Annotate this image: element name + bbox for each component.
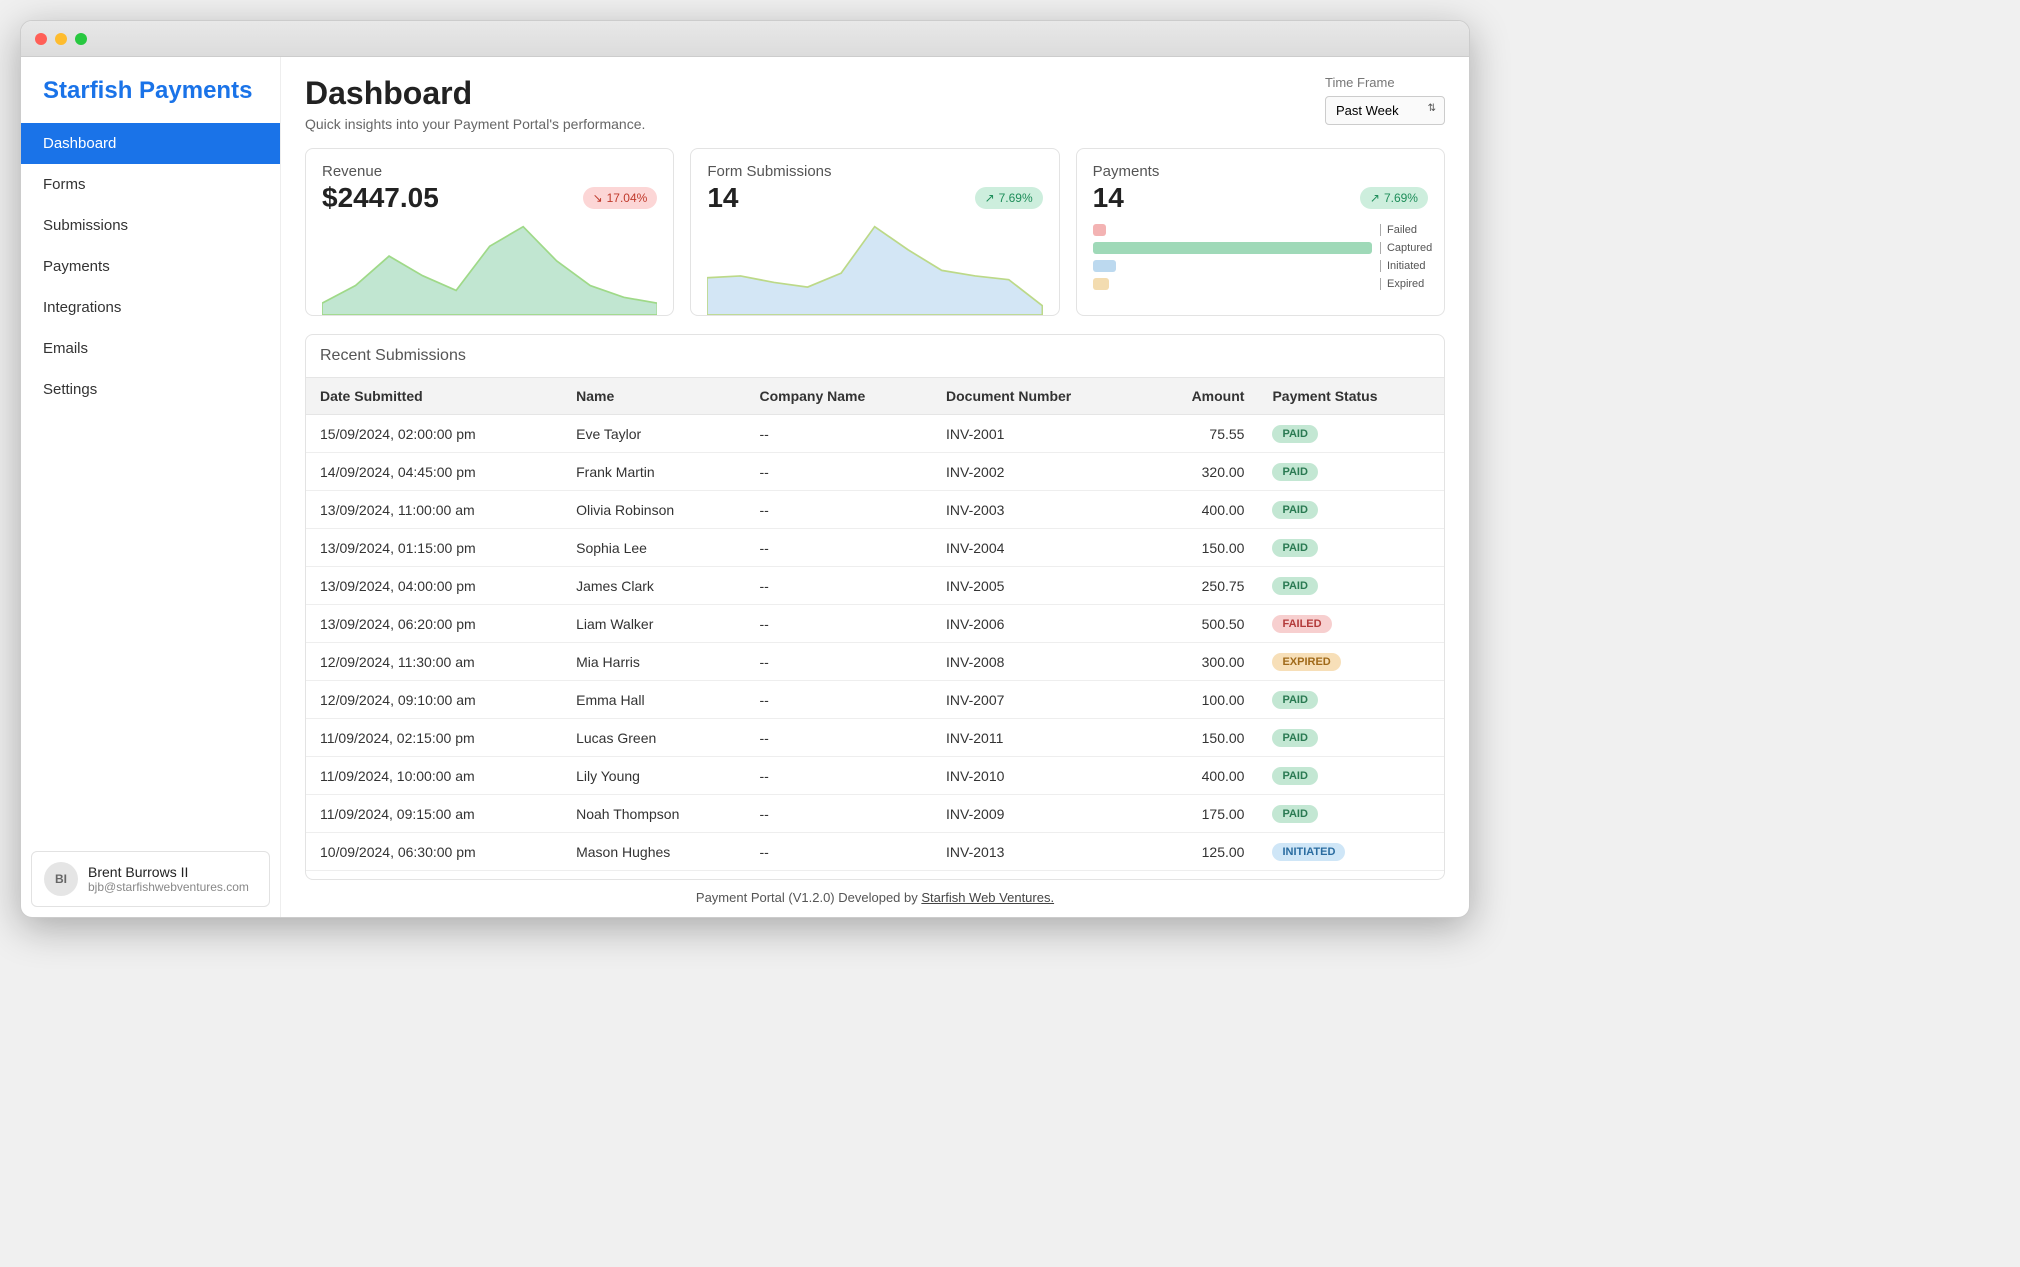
revenue-sparkline [322,222,657,315]
status-badge: PAID [1272,539,1317,557]
table-row[interactable]: 10/09/2024, 04:00:00 pmCharlotte Adams--… [306,871,1444,881]
footer-link[interactable]: Starfish Web Ventures. [921,890,1054,905]
status-badge: PAID [1272,425,1317,443]
footer: Payment Portal (V1.2.0) Developed by Sta… [305,880,1445,909]
status-badge: PAID [1272,463,1317,481]
sidebar: Starfish Payments DashboardFormsSubmissi… [21,57,281,917]
legend-bar [1093,242,1372,254]
legend-row: Initiated [1093,260,1428,272]
panel-title: Recent Submissions [306,335,1444,377]
sidebar-item-submissions[interactable]: Submissions [21,205,280,246]
table-row[interactable]: 13/09/2024, 04:00:00 pmJames Clark--INV-… [306,567,1444,605]
avatar: BI [44,862,78,896]
legend-row: Failed [1093,224,1428,236]
status-badge: PAID [1272,729,1317,747]
card-title: Form Submissions [707,163,1042,180]
card-value: $2447.05 [322,182,439,214]
table-row[interactable]: 13/09/2024, 11:00:00 amOlivia Robinson--… [306,491,1444,529]
table-row[interactable]: 10/09/2024, 06:30:00 pmMason Hughes--INV… [306,833,1444,871]
payments-legend: Failed Captured Initiated Expired [1093,224,1428,302]
titlebar [21,21,1469,57]
status-badge: PAID [1272,501,1317,519]
maximize-icon[interactable] [75,33,87,45]
window-controls [35,33,87,45]
column-header: Name [562,378,745,415]
legend-bar [1093,278,1110,290]
sidebar-item-integrations[interactable]: Integrations [21,287,280,328]
timeframe-label: Time Frame [1325,75,1445,90]
table-row[interactable]: 12/09/2024, 09:10:00 amEmma Hall--INV-20… [306,681,1444,719]
timeframe-select[interactable]: Past Week [1325,96,1445,125]
user-card[interactable]: BI Brent Burrows II bjb@starfishwebventu… [31,851,270,907]
table-row[interactable]: 11/09/2024, 02:15:00 pmLucas Green--INV-… [306,719,1444,757]
column-header: Document Number [932,378,1146,415]
status-badge: FAILED [1272,615,1331,633]
legend-label: Expired [1380,278,1428,290]
delta-badge: ↗ 7.69% [1360,187,1428,209]
delta-badge: ↘ 17.04% [583,187,658,209]
table-row[interactable]: 13/09/2024, 06:20:00 pmLiam Walker--INV-… [306,605,1444,643]
table-row[interactable]: 11/09/2024, 09:15:00 amNoah Thompson--IN… [306,795,1444,833]
status-badge: PAID [1272,805,1317,823]
legend-row: Expired [1093,278,1428,290]
sidebar-item-emails[interactable]: Emails [21,328,280,369]
column-header: Amount [1146,378,1259,415]
minimize-icon[interactable] [55,33,67,45]
table-row[interactable]: 12/09/2024, 11:30:00 amMia Harris--INV-2… [306,643,1444,681]
trend-up-icon: ↗ [1370,191,1380,205]
user-email: bjb@starfishwebventures.com [88,880,249,894]
submissions-table: Date SubmittedNameCompany NameDocument N… [306,377,1444,880]
legend-label: Initiated [1380,260,1428,272]
card-value: 14 [707,182,738,214]
user-name: Brent Burrows II [88,864,249,880]
column-header: Date Submitted [306,378,562,415]
legend-bar [1093,260,1116,272]
main-content: Dashboard Quick insights into your Payme… [281,57,1469,917]
forms-sparkline [707,222,1042,315]
legend-label: Captured [1380,242,1428,254]
page-title: Dashboard [305,75,645,112]
sidebar-item-payments[interactable]: Payments [21,246,280,287]
sidebar-item-forms[interactable]: Forms [21,164,280,205]
table-row[interactable]: 13/09/2024, 01:15:00 pmSophia Lee--INV-2… [306,529,1444,567]
card-revenue: Revenue $2447.05 ↘ 17.04% [305,148,674,316]
sidebar-item-dashboard[interactable]: Dashboard [21,123,280,164]
card-payments: Payments 14 ↗ 7.69% Failed Captured Initia… [1076,148,1445,316]
table-row[interactable]: 11/09/2024, 10:00:00 amLily Young--INV-2… [306,757,1444,795]
card-value: 14 [1093,182,1124,214]
status-badge: PAID [1272,767,1317,785]
trend-down-icon: ↘ [593,191,603,205]
legend-row: Captured [1093,242,1428,254]
nav: DashboardFormsSubmissionsPaymentsIntegra… [21,123,280,841]
delta-badge: ↗ 7.69% [975,187,1043,209]
app-window: Starfish Payments DashboardFormsSubmissi… [20,20,1470,918]
sidebar-item-settings[interactable]: Settings [21,369,280,410]
card-forms: Form Submissions 14 ↗ 7.69% [690,148,1059,316]
legend-label: Failed [1380,224,1428,236]
status-badge: INITIATED [1272,843,1345,861]
status-badge: EXPIRED [1272,653,1340,671]
column-header: Payment Status [1258,378,1444,415]
legend-bar [1093,224,1106,236]
trend-up-icon: ↗ [985,191,995,205]
status-badge: PAID [1272,577,1317,595]
close-icon[interactable] [35,33,47,45]
recent-submissions-panel: Recent Submissions Date SubmittedNameCom… [305,334,1445,880]
brand-logo: Starfish Payments [21,57,280,123]
card-title: Payments [1093,163,1428,180]
column-header: Company Name [745,378,932,415]
status-badge: PAID [1272,691,1317,709]
table-row[interactable]: 14/09/2024, 04:45:00 pmFrank Martin--INV… [306,453,1444,491]
table-row[interactable]: 15/09/2024, 02:00:00 pmEve Taylor--INV-2… [306,415,1444,453]
page-subtitle: Quick insights into your Payment Portal'… [305,116,645,132]
card-title: Revenue [322,163,657,180]
